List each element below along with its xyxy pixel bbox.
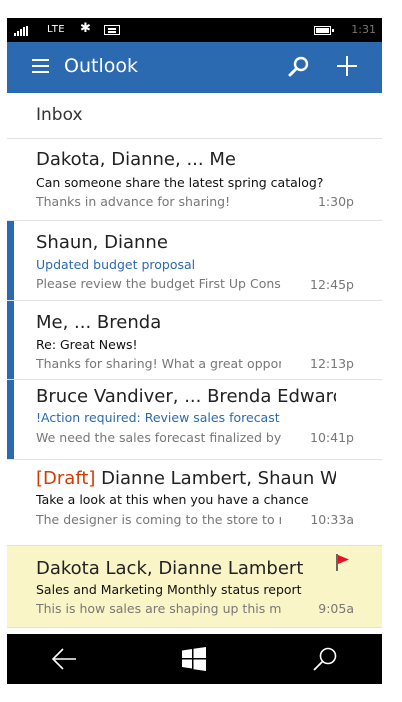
windows-logo-icon[interactable]: [182, 647, 206, 671]
mail-sender: Shaun, Dianne: [36, 232, 168, 253]
mail-subject: Updated budget proposal: [36, 257, 196, 272]
mail-sender: Me, ... Brenda: [36, 312, 162, 333]
new-mail-plus-icon[interactable]: [336, 55, 358, 77]
app-bar: Outlook: [7, 42, 382, 93]
mail-subject: Sales and Marketing Monthly status repor…: [36, 582, 302, 597]
battery-icon: [314, 26, 334, 35]
network-type: LTE: [47, 24, 66, 35]
mail-preview: This is how sales are shaping up this mo…: [36, 601, 281, 616]
phone-screen: LTE ✱ 1:31 Outlook Inbox Dakota, Dianne,…: [7, 18, 382, 684]
mail-time: 9:05a: [318, 601, 354, 616]
mail-subject: Take a look at this when you have a chan…: [36, 492, 309, 507]
mail-sender: Dakota, Dianne, ... Me: [36, 149, 236, 170]
search-icon[interactable]: [312, 646, 338, 672]
flag-icon[interactable]: [336, 554, 350, 571]
hamburger-menu-icon[interactable]: [32, 59, 49, 74]
mail-subject: !Action required: Review sales forecast: [36, 410, 280, 425]
mail-item[interactable]: [Draft] Dianne Lambert, Shaun Wo Take a …: [7, 460, 382, 546]
mail-sender: Bruce Vandiver, ... Brenda Edwards: [36, 386, 336, 407]
mail-preview: Thanks for sharing! What a great opportu…: [36, 356, 281, 371]
mail-time: 10:33a: [310, 512, 354, 527]
mail-sender: Dakota Lack, Dianne Lambert: [36, 558, 304, 579]
clock: 1:31: [351, 23, 376, 36]
back-arrow-icon[interactable]: [51, 646, 77, 672]
search-icon[interactable]: [288, 56, 310, 78]
mail-sender: [Draft] Dianne Lambert, Shaun Wo: [36, 468, 336, 489]
mail-preview: Please review the budget First Up Consul…: [36, 276, 281, 291]
mail-item[interactable]: Shaun, Dianne Updated budget proposal Pl…: [7, 221, 382, 301]
mail-item[interactable]: Dakota, Dianne, ... Me Can someone share…: [7, 139, 382, 221]
draft-label: [Draft]: [36, 468, 96, 489]
status-bar: LTE ✱ 1:31: [7, 18, 382, 42]
mail-item[interactable]: Bruce Vandiver, ... Brenda Edwards !Acti…: [7, 380, 382, 460]
mail-preview: The designer is coming to the store to r…: [36, 512, 281, 527]
mail-subject: Re: Great News!: [36, 337, 138, 352]
folder-header: Inbox: [7, 93, 382, 139]
app-title: Outlook: [64, 55, 138, 77]
message-icon: [104, 25, 120, 35]
mail-preview: We need the sales forecast finalized by …: [36, 430, 281, 445]
mail-item[interactable]: Me, ... Brenda Re: Great News! Thanks fo…: [7, 301, 382, 380]
mail-time: 12:45p: [310, 277, 354, 292]
folder-title: Inbox: [36, 105, 83, 125]
mail-sender-names: Dianne Lambert, Shaun Wo: [95, 468, 336, 489]
mail-subject: Can someone share the latest spring cata…: [36, 175, 324, 190]
mail-item-selected[interactable]: Dakota Lack, Dianne Lambert Sales and Ma…: [7, 546, 382, 628]
mail-preview: Thanks in advance for sharing!: [36, 194, 231, 209]
mail-time: 10:41p: [310, 430, 354, 445]
mail-time: 1:30p: [317, 194, 354, 209]
mail-time: 12:13p: [310, 356, 354, 371]
bluetooth-icon: ✱: [80, 21, 91, 36]
signal-strength-icon: [14, 26, 30, 36]
system-nav-bar: [7, 634, 382, 684]
